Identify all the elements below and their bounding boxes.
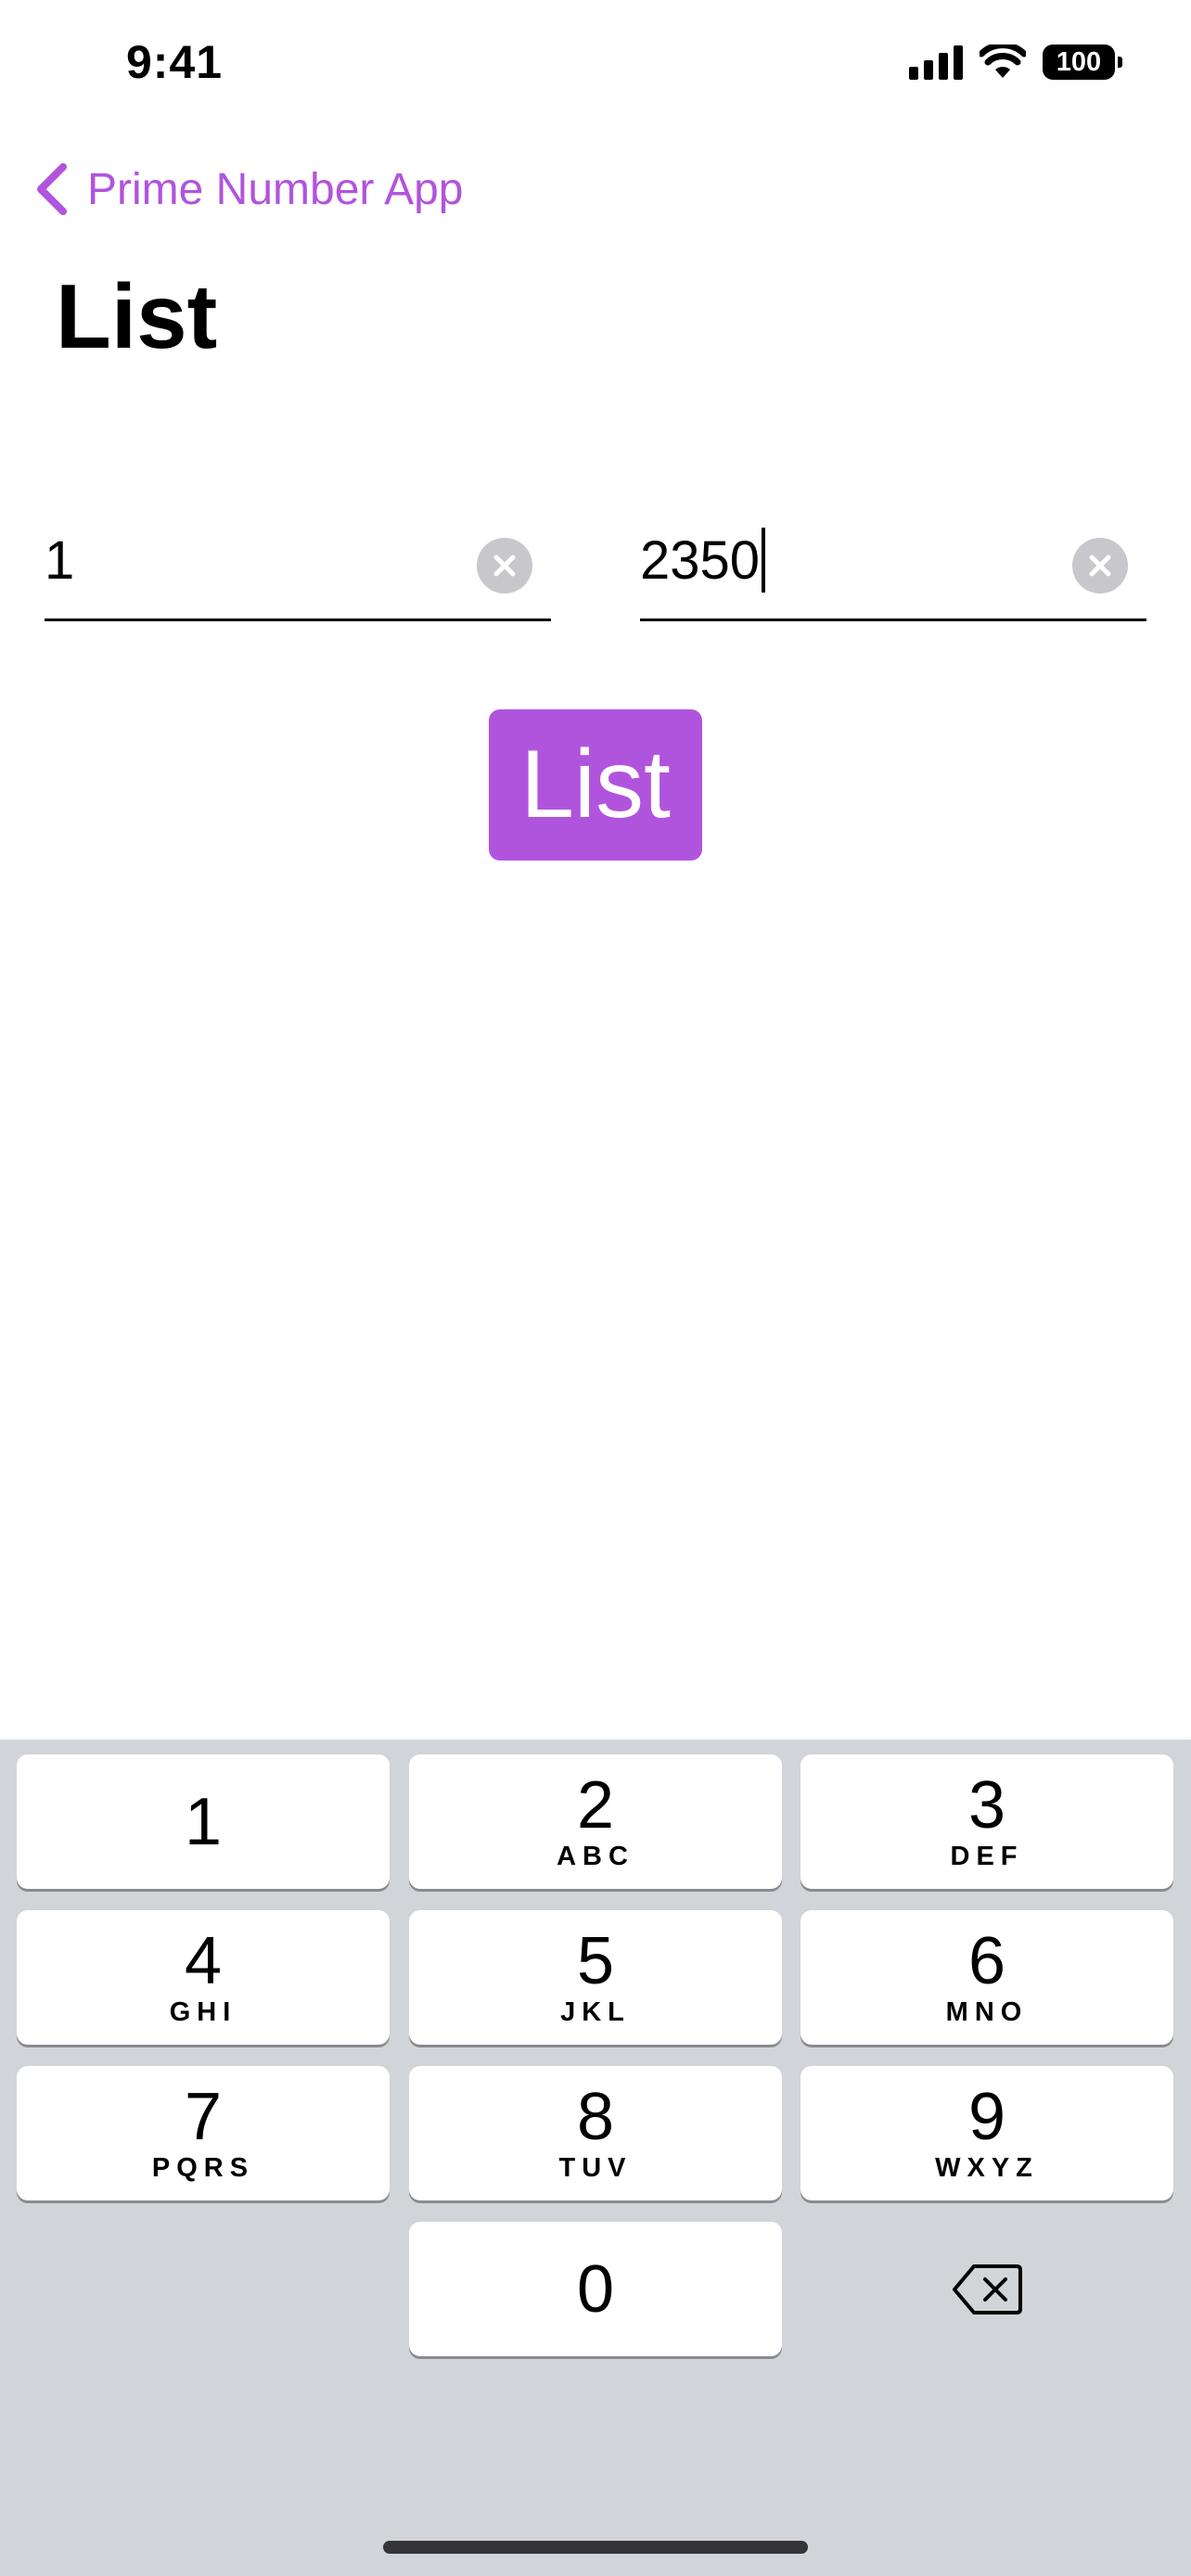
key-7[interactable]: 7 PQRS xyxy=(17,2066,390,2200)
key-digit: 4 xyxy=(184,1924,223,1998)
key-letters: TUV xyxy=(558,2153,633,2183)
key-digit: 8 xyxy=(576,2080,615,2154)
key-digit: 9 xyxy=(967,2080,1006,2154)
numeric-keyboard: 1 2 ABC 3 DEF 4 GHI 5 JKL 6 MNO 7 PQRS 8… xyxy=(0,1740,1191,2576)
chevron-left-icon xyxy=(37,163,67,215)
status-icons: 100 xyxy=(909,45,1122,80)
key-letters: JKL xyxy=(560,1997,631,2027)
key-digit: 5 xyxy=(576,1924,615,1998)
key-letters: WXYZ xyxy=(935,2153,1039,2183)
key-letters: DEF xyxy=(950,1842,1024,1871)
wifi-icon xyxy=(980,45,1026,78)
key-digit: 7 xyxy=(184,2080,223,2154)
key-letters: PQRS xyxy=(151,2153,255,2183)
range-start-field[interactable]: 1 xyxy=(45,515,551,621)
key-5[interactable]: 5 JKL xyxy=(409,1910,782,2045)
key-digit: 0 xyxy=(576,2251,615,2327)
range-end-value: 2350 xyxy=(640,530,761,591)
key-digit: 3 xyxy=(967,1768,1006,1843)
clear-end-button[interactable] xyxy=(1072,538,1128,593)
battery-icon: 100 xyxy=(1043,45,1122,80)
clear-icon xyxy=(1089,555,1111,577)
list-button[interactable]: List xyxy=(489,709,702,861)
key-letters: MNO xyxy=(945,1997,1029,2027)
key-8[interactable]: 8 TUV xyxy=(409,2066,782,2200)
home-indicator[interactable] xyxy=(383,2541,808,2554)
clear-icon xyxy=(493,555,516,577)
key-4[interactable]: 4 GHI xyxy=(17,1910,390,2045)
key-digit: 6 xyxy=(967,1924,1006,1998)
key-6[interactable]: 6 MNO xyxy=(800,1910,1173,2045)
key-digit: 2 xyxy=(576,1768,615,1843)
page-title: List xyxy=(56,265,218,367)
back-button-label: Prime Number App xyxy=(87,164,464,214)
key-letters: ABC xyxy=(557,1842,634,1871)
key-letters: GHI xyxy=(169,1997,237,2027)
key-9[interactable]: 9 WXYZ xyxy=(800,2066,1173,2200)
key-3[interactable]: 3 DEF xyxy=(800,1754,1173,1889)
key-0[interactable]: 0 xyxy=(409,2222,782,2356)
back-button[interactable]: Prime Number App xyxy=(33,161,464,217)
status-time: 9:41 xyxy=(126,36,224,88)
clear-start-button[interactable] xyxy=(477,538,532,593)
key-2[interactable]: 2 ABC xyxy=(409,1754,782,1889)
range-end-field-content: 2350 xyxy=(640,527,766,593)
key-1[interactable]: 1 xyxy=(17,1754,390,1889)
battery-level: 100 xyxy=(1056,46,1102,77)
range-end-field[interactable]: 2350 xyxy=(640,515,1146,621)
delete-key[interactable] xyxy=(800,2222,1173,2356)
range-start-value: 1 xyxy=(45,530,75,591)
key-digit: 1 xyxy=(184,1784,223,1859)
cellular-signal-icon xyxy=(909,45,963,80)
text-cursor xyxy=(762,527,766,593)
delete-backspace-icon xyxy=(953,2264,1022,2315)
